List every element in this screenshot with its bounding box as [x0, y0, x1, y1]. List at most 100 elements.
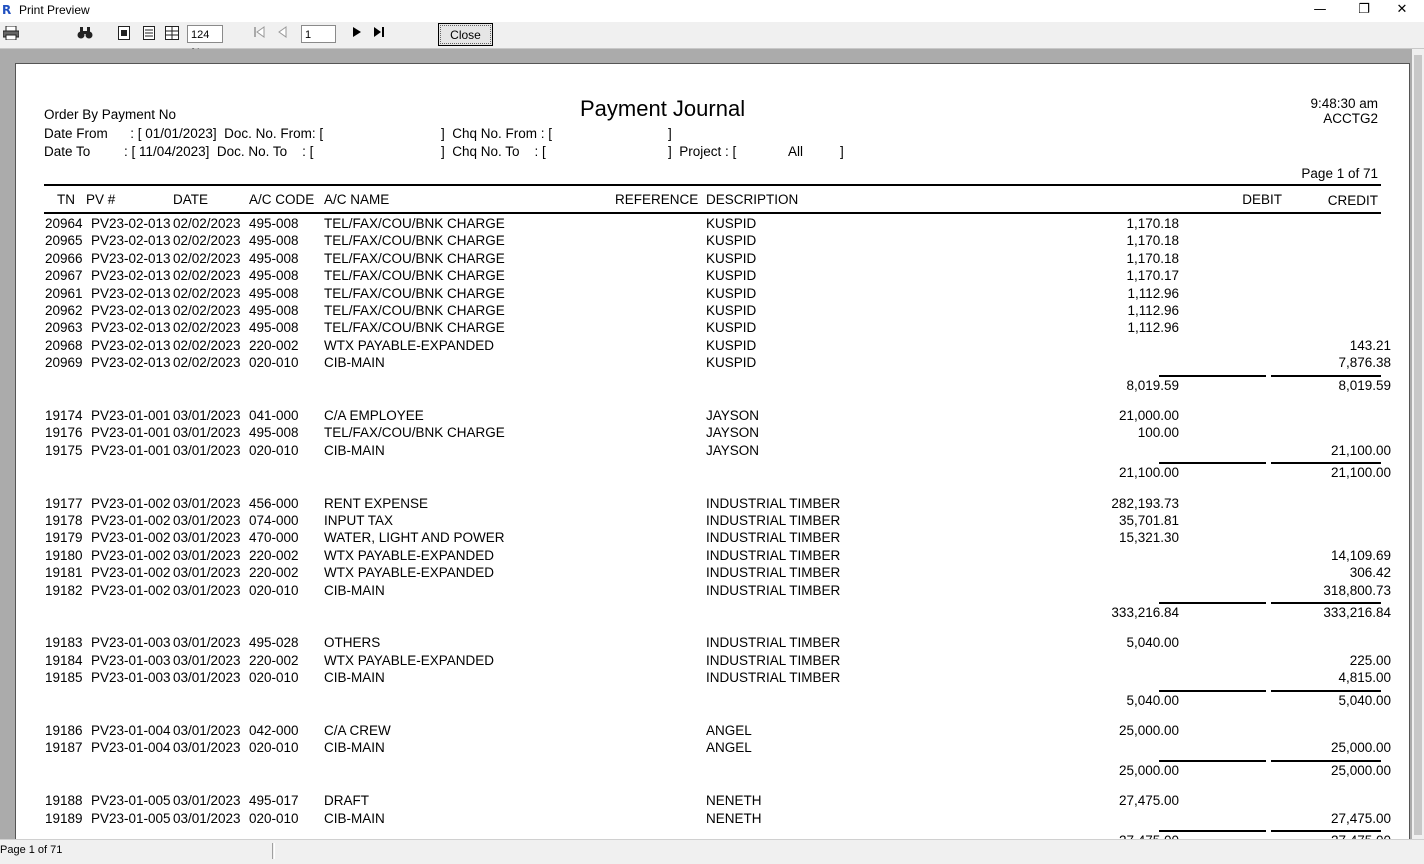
row-credit: 27,475.00 — [1330, 810, 1391, 826]
minimize-button[interactable]: — — [1298, 0, 1342, 22]
row-ac-code: 220-002 — [249, 565, 299, 581]
row-tn: 19187 — [45, 740, 83, 756]
row-pv-number: PV23-02-013 — [91, 216, 171, 231]
find-icon[interactable] — [76, 26, 94, 44]
row-debit: 15,321.30 — [1118, 530, 1179, 546]
row-tn: 20965 — [45, 233, 83, 249]
row-pv-number: PV23-01-002 — [91, 582, 171, 598]
subtotal-debit-rule — [1159, 830, 1266, 832]
subtotal-credit: 21,100.00 — [1330, 465, 1391, 481]
row-pv-number: PV23-01-002 — [91, 547, 171, 563]
row-ac-name: WTX PAYABLE-EXPANDED — [324, 565, 495, 581]
row-ac-name: TEL/FAX/COU/BNK CHARGE — [324, 268, 505, 284]
multi-page-icon[interactable] — [164, 26, 180, 44]
row-date: 03/01/2023 — [173, 652, 241, 668]
row-date: 02/02/2023 — [173, 233, 241, 249]
print-icon[interactable] — [2, 25, 20, 44]
row-debit: 1,112.96 — [1127, 320, 1179, 336]
row-ac-name: WTX PAYABLE-EXPANDED — [324, 652, 495, 668]
row-description: JAYSON — [706, 408, 760, 423]
row-ac-name: C/A CREW — [324, 723, 391, 738]
zoom-field[interactable]: 124 % — [187, 25, 223, 59]
journal-row: 19183 PV23-01-003 03/01/2023 495-028 OTHERS I… — [16, 635, 1409, 652]
row-ac-name: WTX PAYABLE-EXPANDED — [324, 547, 495, 563]
row-debit: 1,170.18 — [1126, 233, 1179, 249]
journal-row: 20967 PV23-02-013 02/02/2023 495-008 TEL/FAX… — [16, 268, 1409, 285]
page-info: Page 1 of 71 — [1301, 166, 1378, 181]
row-tn: 19179 — [45, 530, 83, 546]
filter-project-value: All — [788, 144, 804, 159]
row-pv-number: PV23-01-002 — [91, 530, 171, 546]
row-ac-code: 495-017 — [249, 793, 299, 809]
row-description: KUSPID — [706, 285, 757, 301]
row-ac-name: CIB-MAIN — [324, 740, 385, 756]
row-tn: 19176 — [45, 425, 83, 441]
journal-row: 19174 PV23-01-001 03/01/2023 041-000 C/A EMP… — [16, 408, 1409, 425]
row-pv-number: PV23-01-005 — [91, 810, 171, 826]
close-button[interactable]: Close — [438, 23, 493, 46]
page-width-icon[interactable] — [141, 26, 157, 44]
journal-row: 20965 PV23-02-013 02/02/2023 495-008 TEL/FAX… — [16, 233, 1409, 250]
row-description: INDUSTRIAL TIMBER — [706, 670, 841, 686]
row-ac-code: 495-008 — [249, 320, 299, 336]
next-page-icon[interactable] — [350, 26, 364, 44]
row-date: 02/02/2023 — [173, 337, 241, 353]
subtotal-debit-rule — [1159, 462, 1266, 465]
report-time: 9:48:30 am — [1310, 96, 1378, 111]
row-description: NENETH — [706, 793, 762, 809]
row-ac-name: TEL/FAX/COU/BNK CHARGE — [324, 285, 505, 301]
row-credit: 4,815.00 — [1338, 670, 1391, 686]
row-ac-name: CIB-MAIN — [324, 670, 385, 686]
journal-row: 20961 PV23-02-013 02/02/2023 495-008 TEL/FAX… — [16, 285, 1409, 303]
row-pv-number: PV23-02-013 — [91, 250, 171, 266]
row-ac-name: OTHERS — [324, 635, 381, 651]
row-ac-code: 456-000 — [249, 495, 299, 511]
row-description: KUSPID — [706, 250, 757, 266]
row-tn: 20964 — [45, 216, 83, 231]
filter-chq-to: ] Chq No. To : [ — [441, 144, 546, 159]
one-page-icon[interactable] — [116, 26, 132, 44]
row-credit: 25,000.00 — [1330, 740, 1391, 756]
row-ac-name: TEL/FAX/COU/BNK CHARGE — [324, 250, 505, 266]
subtotal-debit-rule — [1159, 374, 1266, 377]
preview-area[interactable]: Order By Payment No Payment Journal 9:48… — [0, 49, 1424, 863]
row-date: 02/02/2023 — [173, 216, 241, 231]
subtotal-credit: 8,019.59 — [1338, 377, 1391, 393]
col-ac-name: A/C NAME — [324, 192, 390, 207]
journal-row: 20964 PV23-02-013 02/02/2023 495-008 TEL/FAX… — [16, 216, 1409, 233]
journal-row: 19180 PV23-01-002 03/01/2023 220-002 WTX PAY… — [16, 547, 1409, 565]
journal-row: 19188 PV23-01-005 03/01/2023 495-017 DRAFT NE… — [16, 793, 1409, 810]
scrollbar-thumb[interactable] — [1414, 55, 1422, 835]
col-pv: PV # — [86, 192, 116, 207]
row-tn: 20961 — [45, 285, 83, 301]
row-debit: 35,701.81 — [1118, 513, 1179, 528]
last-page-icon[interactable] — [372, 26, 386, 44]
row-ac-code: 041-000 — [249, 408, 299, 423]
journal-row: 20969 PV23-02-013 02/02/2023 020-010 CIB-MAI… — [16, 355, 1409, 372]
page-number-input[interactable]: 1 — [301, 25, 336, 43]
filter-chq-from: ] Chq No. From : [ — [441, 126, 553, 141]
close-window-button[interactable]: ✕ — [1380, 0, 1424, 22]
first-page-icon[interactable] — [252, 26, 266, 44]
row-description: INDUSTRIAL TIMBER — [706, 582, 841, 598]
row-date: 03/01/2023 — [173, 408, 241, 423]
row-description: INDUSTRIAL TIMBER — [706, 495, 841, 511]
status-divider — [272, 843, 273, 859]
row-pv-number: PV23-02-013 — [91, 337, 171, 353]
row-ac-name: TEL/FAX/COU/BNK CHARGE — [324, 233, 505, 249]
row-pv-number: PV23-01-003 — [91, 670, 171, 686]
previous-page-icon[interactable] — [275, 26, 289, 44]
subtotal-debit-rule — [1159, 759, 1266, 762]
row-description: KUSPID — [706, 355, 757, 371]
row-date: 03/01/2023 — [173, 565, 241, 581]
row-description: INDUSTRIAL TIMBER — [706, 652, 841, 668]
row-date: 03/01/2023 — [173, 635, 241, 651]
row-description: KUSPID — [706, 268, 757, 284]
subtotal-credit: 25,000.00 — [1330, 762, 1391, 778]
filter-date-to: Date To : [ 11/04/2023] Doc. No. To : [ — [44, 144, 314, 159]
subtotal-credit-rule — [1271, 374, 1381, 377]
row-ac-code: 020-010 — [249, 670, 299, 686]
row-tn: 19186 — [45, 723, 83, 738]
row-tn: 19177 — [45, 495, 83, 511]
row-ac-code: 495-028 — [249, 635, 299, 651]
